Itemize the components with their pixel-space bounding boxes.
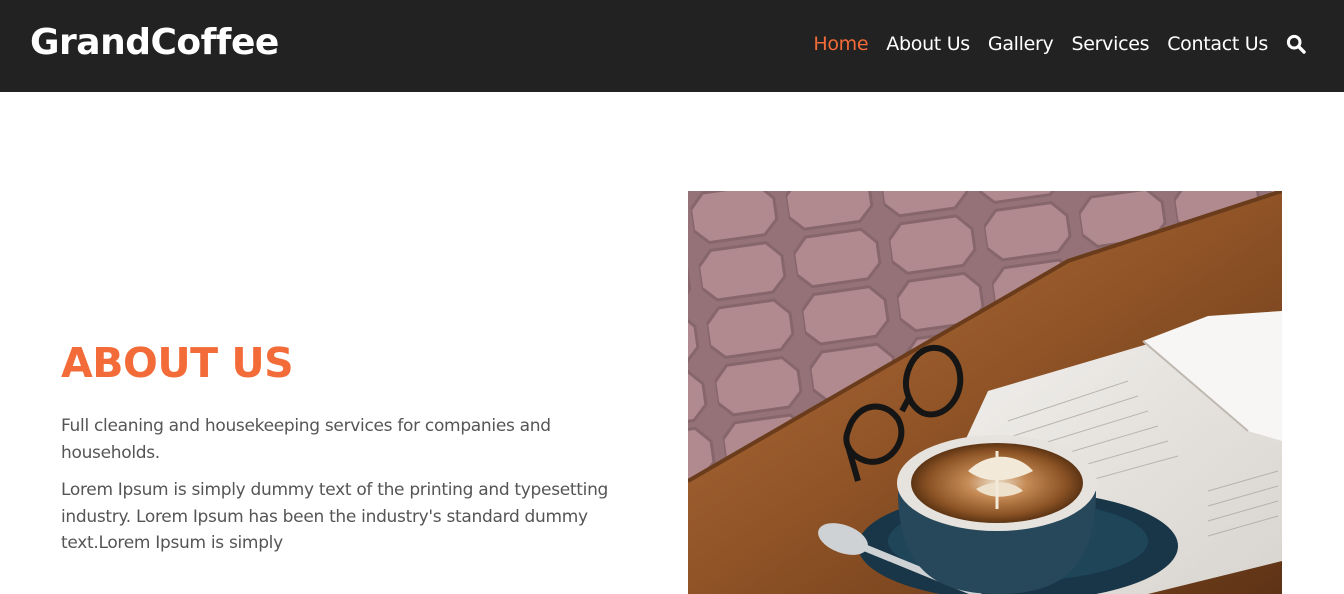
about-body-text: Lorem Ipsum is simply dummy text of the … <box>61 480 609 553</box>
about-title: ABOUT US <box>61 339 294 387</box>
nav-item-gallery[interactable]: Gallery <box>988 30 1054 58</box>
search-icon[interactable] <box>1286 34 1306 54</box>
site-header: GrandCoffee Home About Us Gallery Servic… <box>0 0 1344 92</box>
nav-item-about-us[interactable]: About Us <box>886 30 970 58</box>
main-nav: Home About Us Gallery Services Contact U… <box>795 30 1306 58</box>
nav-item-home[interactable]: Home <box>813 30 868 58</box>
coffee-image-illustration <box>688 191 1282 594</box>
nav-item-contact-us[interactable]: Contact Us <box>1167 30 1268 58</box>
about-intro-text: Full cleaning and housekeeping services … <box>61 416 551 463</box>
coffee-image <box>688 191 1282 594</box>
site-logo[interactable]: GrandCoffee <box>30 20 279 66</box>
nav-item-services[interactable]: Services <box>1071 30 1149 58</box>
